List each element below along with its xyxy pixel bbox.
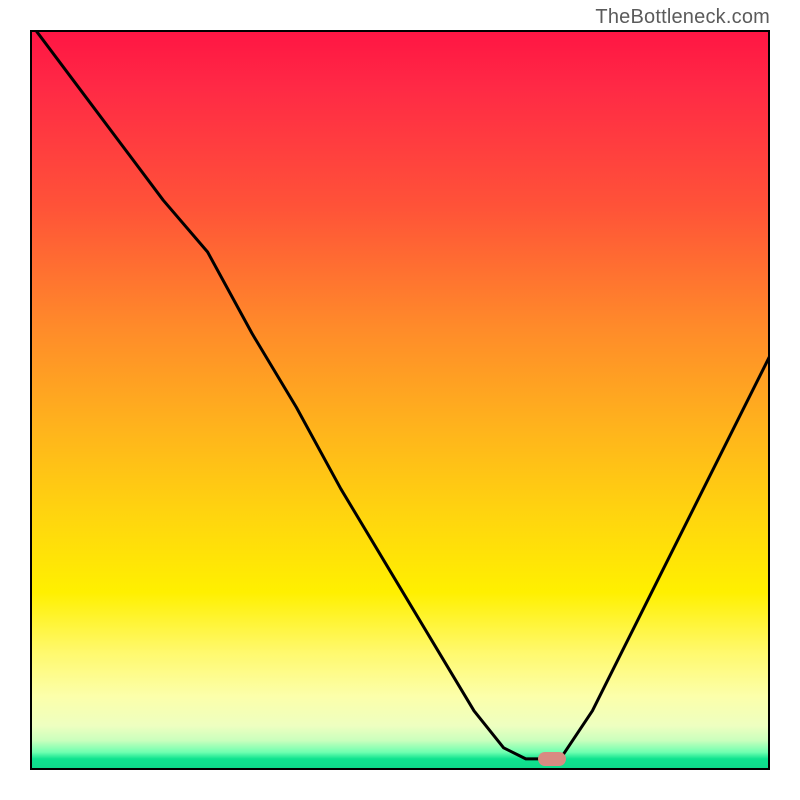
watermark: TheBottleneck.com: [595, 6, 770, 29]
plot-area: [30, 30, 770, 770]
chart-container: { "watermark": "TheBottleneck.com", "cha…: [0, 0, 800, 800]
optimal-marker: [538, 752, 566, 766]
